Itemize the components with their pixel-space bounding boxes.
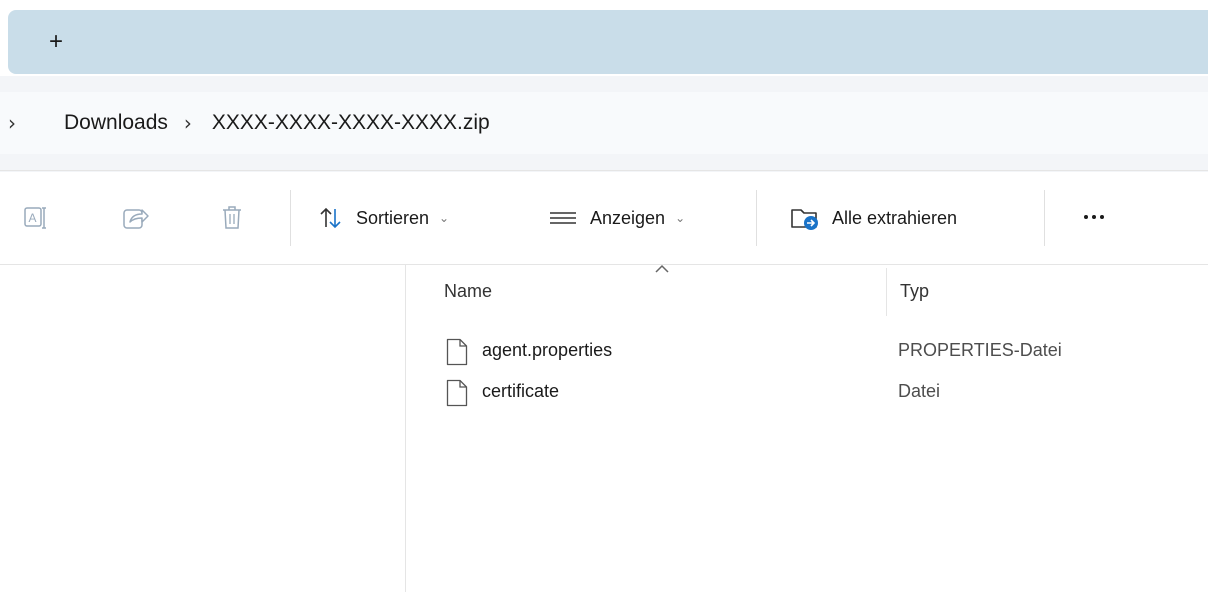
extract-all-button[interactable]: Alle extrahieren	[790, 198, 957, 238]
command-bar: A Sortieren ⌄ Anzeigen ⌄ Alle extrahiere…	[0, 172, 1208, 265]
chevron-down-icon: ⌄	[439, 211, 450, 225]
breadcrumb[interactable]: › Downloads › XXXX-XXXX-XXXX-XXXX.zip	[0, 92, 1208, 154]
toolbar-divider	[756, 190, 757, 246]
more-icon-dot	[1092, 215, 1096, 219]
rename-icon: A	[24, 207, 46, 229]
file-icon	[446, 379, 468, 407]
more-icon-dot	[1100, 215, 1104, 219]
file-row[interactable]: certificate Datei	[440, 375, 1208, 411]
view-lines-icon	[550, 212, 576, 224]
extract-label: Alle extrahieren	[832, 207, 958, 228]
column-resize-handle[interactable]	[886, 268, 887, 316]
new-tab-button[interactable]: +	[44, 30, 68, 54]
extract-folder-icon	[791, 209, 818, 230]
toolbar-divider	[1044, 190, 1045, 246]
view-label: Anzeigen	[590, 207, 666, 228]
share-icon	[123, 209, 149, 229]
svg-text:A: A	[29, 211, 37, 225]
file-row[interactable]: agent.properties PROPERTIES-Datei	[440, 334, 1208, 370]
divider	[0, 170, 1208, 171]
divider	[0, 264, 1208, 265]
navigation-pane-divider[interactable]	[405, 265, 406, 592]
plus-icon: +	[48, 28, 63, 55]
tab-strip: +	[8, 10, 1208, 74]
chevron-down-icon: ⌄	[675, 211, 686, 225]
tab-bar: +	[0, 0, 1208, 76]
share-button[interactable]	[120, 202, 152, 234]
breadcrumb-item-zip[interactable]: XXXX-XXXX-XXXX-XXXX.zip	[206, 107, 496, 139]
chevron-right-icon[interactable]: ›	[184, 111, 192, 135]
breadcrumb-item-downloads[interactable]: Downloads	[58, 107, 174, 139]
column-header-type[interactable]: Typ	[900, 281, 929, 302]
chevron-right-icon[interactable]: ›	[8, 111, 16, 135]
more-icon	[1084, 215, 1088, 219]
file-explorer-window: + › Downloads › XXXX-XXXX-XXXX-XXXX.zip …	[0, 0, 1208, 592]
file-type: PROPERTIES-Datei	[898, 340, 1062, 360]
sort-button[interactable]: Sortieren ⌄	[318, 198, 449, 238]
file-name: certificate	[482, 381, 560, 401]
sort-ascending-icon	[655, 264, 669, 273]
delete-icon	[223, 206, 241, 229]
sort-label: Sortieren	[356, 207, 430, 228]
file-icon	[446, 338, 468, 366]
more-options-button[interactable]	[1074, 202, 1114, 232]
delete-button[interactable]	[216, 202, 248, 234]
view-button[interactable]: Anzeigen ⌄	[548, 198, 685, 238]
toolbar-divider	[290, 190, 291, 246]
rename-button[interactable]: A	[22, 202, 54, 234]
file-type: Datei	[898, 381, 941, 401]
sort-icon	[320, 207, 341, 229]
address-bar: › Downloads › XXXX-XXXX-XXXX-XXXX.zip	[0, 76, 1208, 172]
file-name: agent.properties	[482, 340, 613, 360]
column-header-name[interactable]: Name	[444, 281, 492, 302]
